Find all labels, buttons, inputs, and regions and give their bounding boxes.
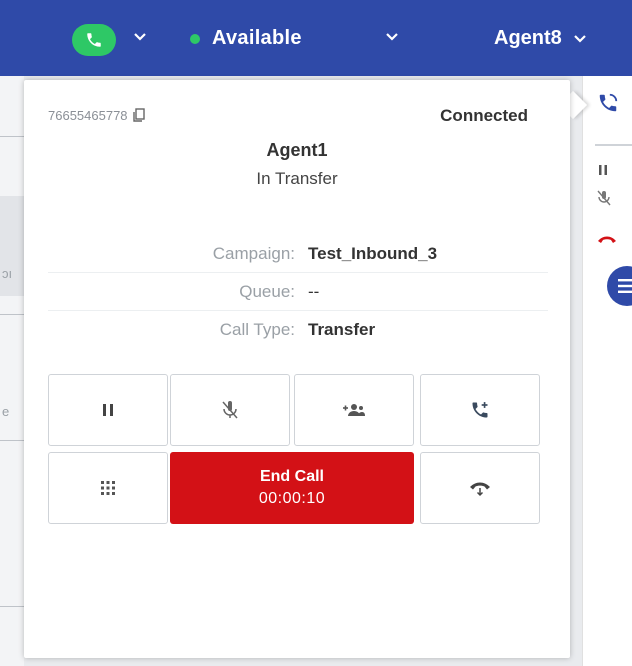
queue-value: -- [308, 282, 320, 301]
campaign-label: Campaign: [212, 244, 295, 263]
agent-chevron-icon [574, 34, 586, 43]
add-participant-button[interactable] [294, 374, 414, 446]
top-bar: Available Agent8 [0, 0, 632, 76]
mute-icon [222, 401, 238, 419]
pause-icon[interactable] [597, 164, 609, 176]
transfer-call-button[interactable] [420, 374, 540, 446]
background-text-fragment: e [2, 404, 10, 419]
background-band [0, 196, 24, 296]
dialpad-icon [101, 481, 115, 495]
phone-icon [87, 33, 101, 47]
end-call-button[interactable]: End Call 00:00:10 [170, 452, 414, 524]
mute-button[interactable] [170, 374, 290, 446]
mute-icon[interactable] [597, 190, 611, 206]
status-label: Available [212, 27, 302, 49]
agent-label: Agent8 [494, 27, 562, 49]
transfer-call-icon [472, 402, 488, 418]
call-side-strip [582, 76, 632, 666]
connection-status: Connected [440, 106, 528, 125]
call-type-row: Call Type: Transfer [48, 312, 548, 348]
end-call-label: End Call [259, 468, 324, 485]
phone-menu-chevron-icon[interactable] [132, 30, 148, 44]
park-call-button[interactable] [420, 452, 540, 524]
add-participant-icon [343, 404, 365, 416]
pause-icon [103, 404, 113, 416]
call-type-label: Call Type: [219, 320, 295, 339]
agent-menu[interactable]: Agent8 [494, 27, 588, 50]
divider [0, 314, 24, 315]
caller-number-text: 76655465778 [48, 108, 128, 123]
divider [0, 136, 24, 137]
background-text-fragment: ɔı [2, 266, 13, 281]
phone-status-button[interactable] [72, 24, 116, 56]
status-dot-icon [190, 33, 200, 44]
divider [595, 144, 632, 146]
menu-button[interactable] [607, 266, 632, 306]
background-page: ɔı e [0, 76, 24, 666]
divider [0, 606, 24, 607]
hold-phone-icon [470, 482, 490, 497]
phone-call-icon[interactable] [597, 92, 619, 114]
status-chevron-icon[interactable] [384, 30, 400, 44]
hold-button[interactable] [48, 374, 168, 446]
caller-number: 76655465778 [48, 108, 146, 123]
hangup-icon[interactable] [597, 234, 617, 244]
call-type-value: Transfer [308, 320, 376, 339]
call-timer: 00:00:10 [258, 490, 326, 507]
queue-label: Queue: [239, 282, 295, 301]
availability-status[interactable]: Available [190, 27, 302, 50]
divider [0, 440, 24, 441]
menu-icon [618, 279, 632, 293]
call-panel: 76655465778 Connected Agent1 In Transfer… [24, 80, 570, 658]
queue-row: Queue: -- [48, 274, 548, 311]
dialpad-button[interactable] [48, 452, 168, 524]
copy-icon[interactable] [132, 108, 146, 123]
campaign-value: Test_Inbound_3 [308, 244, 438, 263]
campaign-row: Campaign: Test_Inbound_3 [48, 236, 548, 273]
agent-name: Agent1 [266, 140, 328, 160]
agent-state: In Transfer [256, 169, 338, 188]
